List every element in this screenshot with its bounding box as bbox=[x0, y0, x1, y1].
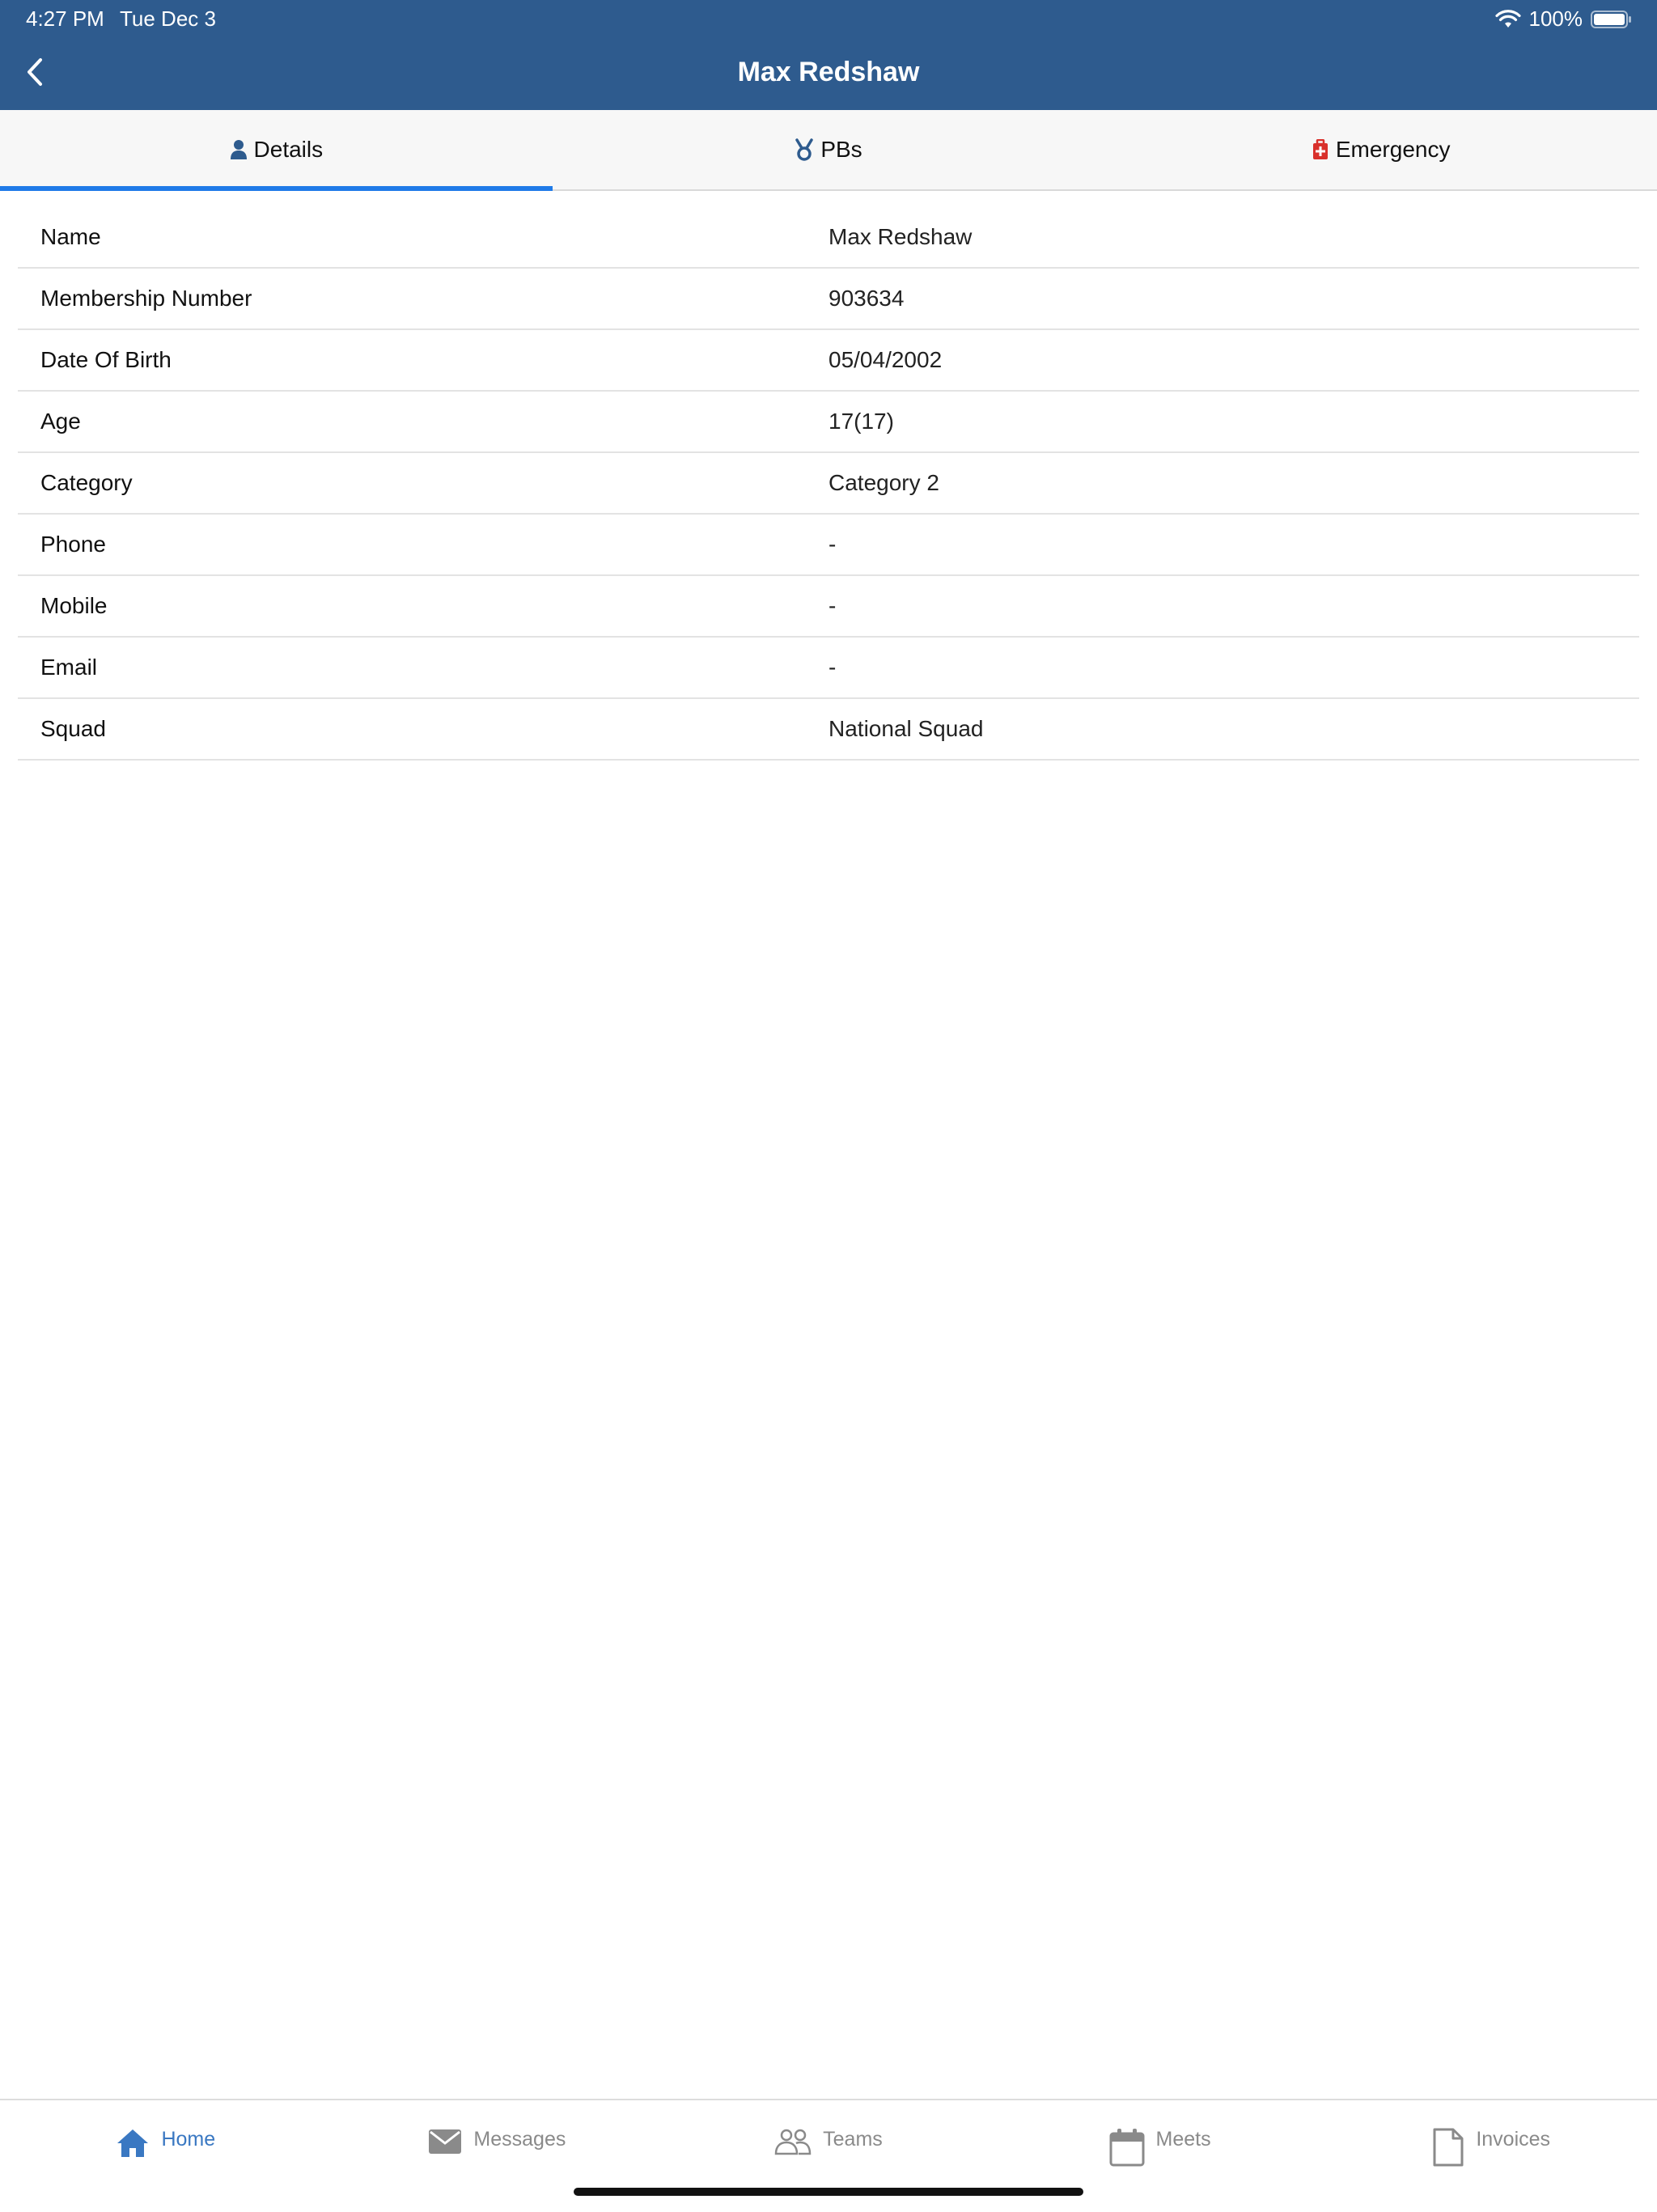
detail-value: 903634 bbox=[828, 286, 905, 311]
bottom-tab-teams-label: Teams bbox=[823, 2128, 883, 2151]
detail-value: National Squad bbox=[828, 716, 984, 741]
bottom-tab-invoices[interactable]: Invoices bbox=[1325, 2100, 1657, 2212]
detail-value: - bbox=[828, 593, 837, 618]
tab-details[interactable]: Details bbox=[0, 110, 553, 191]
detail-label: Category bbox=[40, 470, 133, 495]
detail-value: Category 2 bbox=[828, 470, 939, 495]
calendar-icon bbox=[1109, 2128, 1145, 2167]
people-icon bbox=[774, 2128, 812, 2155]
detail-label: Squad bbox=[40, 716, 106, 741]
bottom-tab-home-label: Home bbox=[161, 2128, 216, 2151]
detail-row-phone: Phone - bbox=[18, 515, 1639, 576]
status-bar: 4:27 PM Tue Dec 3 100% bbox=[0, 0, 1657, 37]
bottom-tab-meets-label: Meets bbox=[1155, 2128, 1211, 2151]
status-date: Tue Dec 3 bbox=[120, 6, 216, 31]
medical-bag-icon bbox=[1312, 139, 1329, 160]
detail-row-email: Email - bbox=[18, 638, 1639, 699]
detail-row-squad: Squad National Squad bbox=[18, 699, 1639, 761]
battery-percent: 100% bbox=[1528, 6, 1583, 31]
bottom-tab-messages-label: Messages bbox=[473, 2128, 566, 2151]
wifi-icon bbox=[1494, 9, 1521, 29]
status-indicators: 100% bbox=[1494, 6, 1634, 32]
battery-icon bbox=[1591, 10, 1633, 29]
detail-value: 17(17) bbox=[828, 409, 894, 434]
detail-label: Age bbox=[40, 409, 81, 434]
detail-row-category: Category Category 2 bbox=[18, 453, 1639, 515]
medal-icon bbox=[795, 138, 814, 161]
tab-pbs-label: PBs bbox=[820, 137, 862, 162]
envelope-icon bbox=[428, 2128, 462, 2155]
detail-label: Phone bbox=[40, 532, 106, 557]
page-title: Max Redshaw bbox=[737, 57, 920, 87]
detail-row-mobile: Mobile - bbox=[18, 576, 1639, 638]
tab-emergency[interactable]: Emergency bbox=[1104, 110, 1657, 189]
tab-emergency-label: Emergency bbox=[1335, 137, 1451, 162]
home-icon bbox=[116, 2128, 150, 2159]
detail-value: - bbox=[828, 532, 837, 557]
detail-row-membership-number: Membership Number 903634 bbox=[18, 269, 1639, 330]
detail-label: Mobile bbox=[40, 593, 108, 618]
navigation-bar: Max Redshaw bbox=[0, 37, 1657, 110]
detail-value: 05/04/2002 bbox=[828, 347, 943, 372]
member-details-list: Name Max Redshaw Membership Number 90363… bbox=[18, 207, 1639, 761]
detail-row-date-of-birth: Date Of Birth 05/04/2002 bbox=[18, 330, 1639, 392]
home-indicator[interactable] bbox=[574, 2188, 1083, 2196]
detail-row-age: Age 17(17) bbox=[18, 392, 1639, 453]
bottom-tab-home[interactable]: Home bbox=[0, 2100, 332, 2212]
detail-label: Name bbox=[40, 224, 101, 249]
bottom-tab-invoices-label: Invoices bbox=[1476, 2128, 1551, 2151]
app-header: 4:27 PM Tue Dec 3 100% Max Redshaw bbox=[0, 0, 1657, 110]
profile-tabs: Details PBs Emergency bbox=[0, 110, 1657, 191]
detail-label: Date Of Birth bbox=[40, 347, 172, 372]
detail-value: - bbox=[828, 655, 837, 680]
status-time: 4:27 PM bbox=[26, 6, 104, 31]
detail-row-name: Name Max Redshaw bbox=[18, 207, 1639, 269]
tab-details-label: Details bbox=[253, 137, 324, 162]
detail-value: Max Redshaw bbox=[828, 224, 973, 249]
document-icon bbox=[1432, 2128, 1464, 2167]
detail-label: Email bbox=[40, 655, 98, 680]
tab-pbs[interactable]: PBs bbox=[553, 110, 1105, 189]
person-icon bbox=[230, 139, 248, 160]
detail-label: Membership Number bbox=[40, 286, 252, 311]
